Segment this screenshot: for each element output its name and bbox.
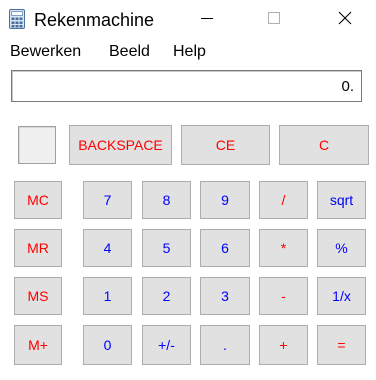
digit-3-button[interactable]: 3 xyxy=(200,277,250,315)
subtract-button[interactable]: - xyxy=(259,277,308,315)
memory-indicator xyxy=(18,126,56,164)
memory-store-button[interactable]: MS xyxy=(14,277,62,315)
close-button[interactable] xyxy=(322,0,368,38)
clear-entry-button[interactable]: CE xyxy=(181,125,270,165)
digit-9-button[interactable]: 9 xyxy=(200,181,250,219)
menu-bewerken[interactable]: Bewerken xyxy=(10,42,81,62)
sign-toggle-button[interactable]: +/- xyxy=(142,325,191,365)
backspace-button[interactable]: BACKSPACE xyxy=(69,125,172,165)
memory-add-button[interactable]: M+ xyxy=(14,325,62,365)
reciprocal-button[interactable]: 1/x xyxy=(317,277,366,315)
clear-button[interactable]: C xyxy=(279,125,369,165)
display-value: 0. xyxy=(341,78,354,95)
title-bar[interactable]: Rekenmachine xyxy=(0,0,376,38)
memory-clear-button[interactable]: MC xyxy=(14,181,62,219)
menu-help[interactable]: Help xyxy=(173,42,206,62)
memory-recall-button[interactable]: MR xyxy=(14,229,62,267)
digit-1-button[interactable]: 1 xyxy=(83,277,132,315)
percent-button[interactable]: % xyxy=(317,229,366,267)
menu-bar: Bewerken Beeld Help xyxy=(0,38,376,64)
maximize-button[interactable] xyxy=(252,0,298,38)
digit-8-button[interactable]: 8 xyxy=(142,181,191,219)
result-display: 0. xyxy=(11,70,362,102)
calculator-icon xyxy=(9,9,25,29)
minimize-button[interactable] xyxy=(184,0,230,38)
minimize-icon xyxy=(201,18,213,19)
maximize-icon xyxy=(268,12,280,24)
digit-0-button[interactable]: 0 xyxy=(83,325,132,365)
close-icon xyxy=(338,11,352,25)
add-button[interactable]: + xyxy=(259,325,308,365)
digit-7-button[interactable]: 7 xyxy=(83,181,132,219)
digit-5-button[interactable]: 5 xyxy=(142,229,191,267)
menu-beeld[interactable]: Beeld xyxy=(109,42,150,62)
digit-2-button[interactable]: 2 xyxy=(142,277,191,315)
window-title: Rekenmachine xyxy=(34,10,155,30)
multiply-button[interactable]: * xyxy=(259,229,308,267)
digit-4-button[interactable]: 4 xyxy=(83,229,132,267)
digit-6-button[interactable]: 6 xyxy=(200,229,250,267)
decimal-point-button[interactable]: . xyxy=(200,325,250,365)
divide-button[interactable]: / xyxy=(259,181,308,219)
equals-button[interactable]: = xyxy=(317,325,366,365)
sqrt-button[interactable]: sqrt xyxy=(317,181,366,219)
